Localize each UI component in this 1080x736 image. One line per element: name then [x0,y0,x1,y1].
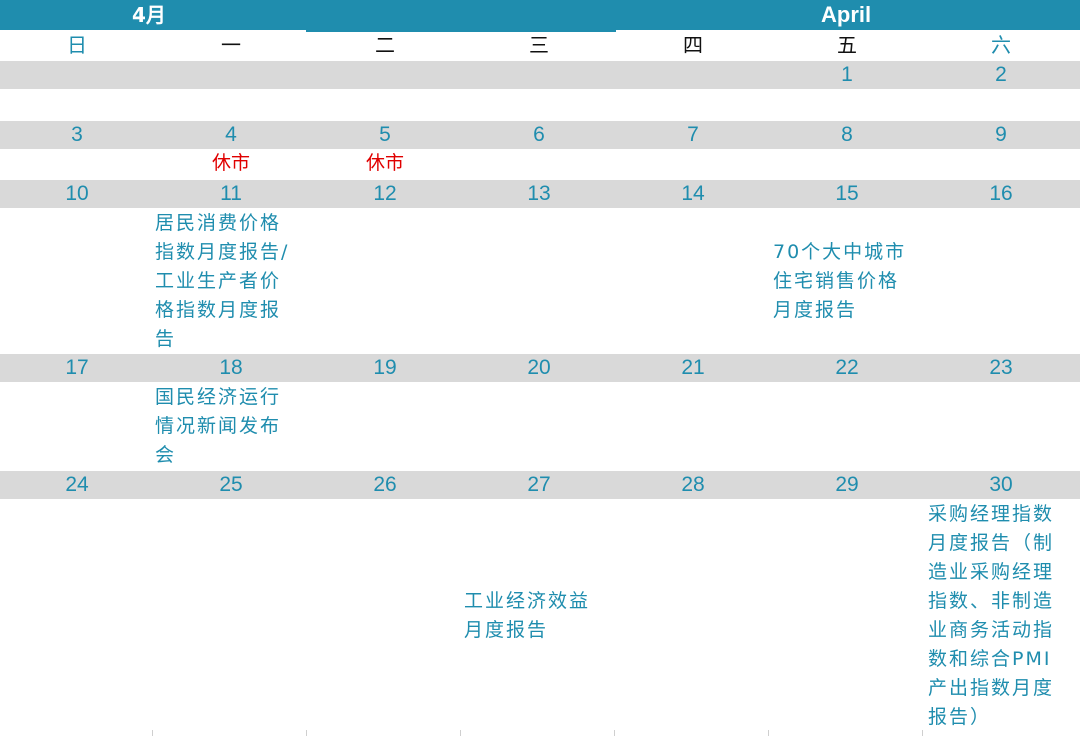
day-cell[interactable]: 15 [770,180,924,208]
weekday-wed: 三 [529,33,549,57]
day-cell[interactable]: 29 [770,471,924,499]
event-pmi-report[interactable]: 采购经理指数 月度报告（制 造业采购经理 指数、非制造 业商务活动指 数和综合P… [928,500,1054,732]
column-divider [614,730,615,736]
weekday-tue: 二 [375,33,395,57]
day-cell[interactable]: 18 [154,354,308,382]
weekday-mon: 一 [221,33,241,57]
day-cell[interactable]: 2 [924,61,1078,89]
day-cell[interactable]: 16 [924,180,1078,208]
weekday-fri: 五 [837,33,857,57]
weekday-thu: 四 [683,33,703,57]
weekday-sun: 日 [67,33,87,57]
holiday-label: 休市 [211,152,250,174]
day-cell[interactable]: 9 [924,121,1078,149]
column-divider [306,730,307,736]
column-divider [460,730,461,736]
weekday-sat: 六 [991,33,1011,57]
day-cell[interactable]: 23 [924,354,1078,382]
day-cell[interactable]: 8 [770,121,924,149]
day-cell[interactable]: 21 [616,354,770,382]
day-cell[interactable]: 11 [154,180,308,208]
day-cell[interactable]: 5 [308,121,462,149]
day-cell[interactable]: 20 [462,354,616,382]
day-cell[interactable]: 10 [0,180,154,208]
day-cell[interactable]: 28 [616,471,770,499]
day-cell[interactable]: 12 [308,180,462,208]
day-cell[interactable]: 6 [462,121,616,149]
day-cell[interactable]: 4 [154,121,308,149]
column-divider [922,730,923,736]
event-industrial-profit-report[interactable]: 工业经济效益 月度报告 [464,587,590,645]
day-cell[interactable]: 17 [0,354,154,382]
day-cell[interactable]: 7 [616,121,770,149]
day-cell[interactable]: 22 [770,354,924,382]
month-title-cn: 4月 [132,3,166,27]
month-title-en: April [821,2,872,27]
day-cell[interactable]: 19 [308,354,462,382]
day-cell[interactable]: 24 [0,471,154,499]
event-housing-price-report[interactable]: 70个大中城市 住宅销售价格 月度报告 [773,238,906,325]
holiday-label: 休市 [365,152,404,174]
day-cell[interactable]: 30 [924,471,1078,499]
day-cell[interactable]: 13 [462,180,616,208]
event-economy-press-conference[interactable]: 国民经济运行 情况新闻发布 会 [155,383,281,470]
column-divider [152,730,153,736]
day-cell[interactable]: 1 [770,61,924,89]
day-cell[interactable]: 3 [0,121,154,149]
column-divider [768,730,769,736]
day-cell[interactable]: 14 [616,180,770,208]
day-cell[interactable]: 26 [308,471,462,499]
day-cell[interactable]: 27 [462,471,616,499]
day-cell[interactable]: 25 [154,471,308,499]
event-cpi-ppi-report[interactable]: 居民消费价格 指数月度报告/ 工业生产者价 格指数月度报 告 [155,209,289,354]
